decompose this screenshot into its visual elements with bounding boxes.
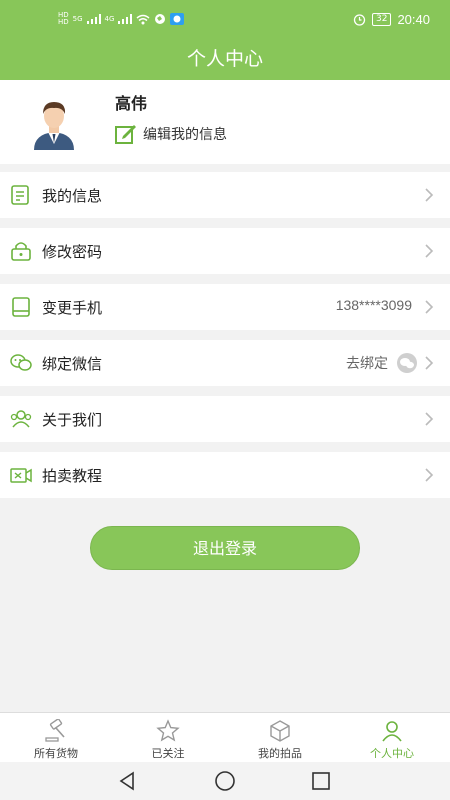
menu-label: 绑定微信 <box>42 355 103 373</box>
clock: 20:40 <box>397 12 430 27</box>
alarm-icon <box>353 14 366 26</box>
logout-button[interactable]: 退出登录 <box>90 526 360 570</box>
star-icon <box>156 719 180 742</box>
chevron-right-icon <box>425 412 434 426</box>
edit-icon <box>115 125 136 144</box>
page-title: 个人中心 <box>186 48 263 70</box>
network-5g-label: 5G <box>72 14 83 23</box>
tab-label: 个人中心 <box>370 747 414 760</box>
user-name: 高伟 <box>115 94 148 113</box>
system-nav-bar <box>0 762 450 800</box>
menu-label: 关于我们 <box>42 411 103 429</box>
avatar[interactable] <box>28 98 80 150</box>
phone-icon <box>12 297 30 317</box>
status-right: 32 20:40 <box>353 12 430 27</box>
box-icon <box>270 720 290 742</box>
menu-label: 变更手机 <box>42 299 103 317</box>
tab-followed[interactable]: 已关注 <box>112 713 224 763</box>
menu-item-my-info[interactable]: 我的信息 <box>0 172 450 218</box>
people-icon <box>10 410 32 428</box>
bottom-tab-bar: 所有货物 已关注 我的拍品 个人中心 <box>0 712 450 762</box>
tab-all-goods[interactable]: 所有货物 <box>0 713 112 763</box>
wifi-icon <box>136 14 150 24</box>
chevron-right-icon <box>425 188 434 202</box>
tab-label: 我的拍品 <box>258 747 302 760</box>
wechat-icon <box>10 354 32 371</box>
signal-icon-2 <box>118 14 133 24</box>
document-icon <box>11 185 29 205</box>
menu-item-change-phone[interactable]: 变更手机 138****3099 <box>0 284 450 330</box>
home-icon[interactable] <box>214 770 236 792</box>
menu-item-bind-wechat[interactable]: 绑定微信 去绑定 <box>0 340 450 386</box>
globe-icon <box>155 14 166 24</box>
gavel-icon <box>45 719 65 742</box>
menu-item-auction-tutorial[interactable]: 拍卖教程 <box>0 452 450 498</box>
menu-label: 修改密码 <box>42 243 103 261</box>
battery-indicator: 32 <box>372 13 392 26</box>
menu-item-about-us[interactable]: 关于我们 <box>0 396 450 442</box>
status-left: HD HD 5G 4G <box>58 11 185 26</box>
back-icon[interactable] <box>117 770 139 792</box>
status-bar: HD HD 5G 4G 32 20:40 <box>0 0 450 40</box>
video-icon <box>10 468 32 483</box>
chevron-right-icon <box>425 468 434 482</box>
phone-number-value: 138****3099 <box>335 297 412 313</box>
network-4g-label: 4G <box>104 14 115 23</box>
tab-label: 已关注 <box>151 747 185 760</box>
signal-icon <box>86 14 101 24</box>
tab-label: 所有货物 <box>34 747 78 760</box>
tab-my-lots[interactable]: 我的拍品 <box>224 713 336 763</box>
chevron-right-icon <box>425 244 434 258</box>
edit-profile-link[interactable]: 编辑我的信息 <box>115 124 227 144</box>
chevron-right-icon <box>425 356 434 370</box>
menu-label: 拍卖教程 <box>42 467 103 485</box>
bind-status-value: 去绑定 <box>346 355 388 371</box>
person-icon <box>382 721 402 742</box>
menu-item-change-password[interactable]: 修改密码 <box>0 228 450 274</box>
menu-label: 我的信息 <box>42 187 103 205</box>
wechat-gray-icon <box>397 353 417 373</box>
header: HD HD 5G 4G 32 20:40 个人中心 <box>0 0 450 80</box>
profile-card: 高伟 编辑我的信息 <box>0 80 450 164</box>
lock-icon <box>11 242 31 261</box>
recents-icon[interactable] <box>310 770 332 792</box>
app-notification-icon <box>170 13 185 25</box>
tab-profile[interactable]: 个人中心 <box>336 713 448 763</box>
chevron-right-icon <box>425 300 434 314</box>
edit-profile-label: 编辑我的信息 <box>143 127 227 143</box>
hd-badge-1: HD HD <box>58 11 69 26</box>
